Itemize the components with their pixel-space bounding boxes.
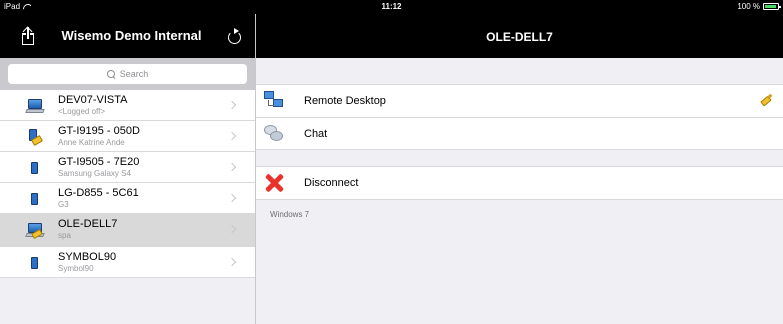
chat-label: Chat xyxy=(304,128,328,140)
close-icon xyxy=(264,173,284,193)
phone-plug-icon xyxy=(26,128,44,147)
search-icon xyxy=(106,69,116,79)
disconnect-label: Disconnect xyxy=(304,177,359,189)
status-bar: iPad 11:12 100 % xyxy=(0,0,783,14)
list-item-gt-i9195[interactable]: GT-I9195 - 050D Anne Katrine Ande xyxy=(0,121,255,152)
list-item-ole-dell7[interactable]: OLE-DELL7 spa xyxy=(0,214,255,247)
chat-icon xyxy=(264,124,284,144)
chevron-right-icon xyxy=(227,193,237,203)
remote-desktop-row[interactable]: Remote Desktop xyxy=(256,85,783,117)
os-label: Windows 7 xyxy=(270,210,310,219)
device-subtitle: <Logged off> xyxy=(58,107,106,116)
list-item-symbol90[interactable]: SYMBOL90 Symbol90 xyxy=(0,247,255,278)
remote-desktop-label: Remote Desktop xyxy=(304,95,386,107)
battery-icon xyxy=(763,3,781,10)
laptop-plug-icon xyxy=(25,221,45,240)
status-right: 100 % xyxy=(737,2,781,11)
list-item-lg-d855[interactable]: LG-D855 - 5C61 G3 xyxy=(0,183,255,214)
device-subtitle: spa xyxy=(58,231,71,240)
device-name: OLE-DELL7 xyxy=(58,218,118,230)
search-placeholder: Search xyxy=(119,69,149,79)
chevron-right-icon xyxy=(227,257,237,267)
remote-desktop-icon xyxy=(264,91,284,111)
phone-icon xyxy=(26,254,44,272)
disconnect-group: Disconnect xyxy=(256,166,783,200)
device-subtitle: Anne Katrine Ande xyxy=(58,138,125,147)
refresh-icon[interactable] xyxy=(228,28,242,44)
search-input[interactable]: Search xyxy=(8,64,247,84)
right-nav-bar: OLE-DELL7 xyxy=(256,14,783,58)
device-name: GT-I9505 - 7E20 xyxy=(58,156,140,168)
left-nav-title: Wisemo Demo Internal xyxy=(61,28,202,43)
laptop-icon xyxy=(25,97,45,115)
device-list: DEV07-VISTA <Logged off> GT-I9195 - 050D… xyxy=(0,90,255,324)
plug-icon xyxy=(759,93,773,108)
chevron-right-icon xyxy=(227,224,237,234)
chat-row[interactable]: Chat xyxy=(256,117,783,149)
disconnect-row[interactable]: Disconnect xyxy=(256,167,783,199)
device-subtitle: Symbol90 xyxy=(58,264,94,273)
chevron-right-icon xyxy=(227,100,237,110)
phone-icon xyxy=(26,190,44,208)
left-nav-bar: Wisemo Demo Internal xyxy=(0,14,255,58)
right-nav-title: OLE-DELL7 xyxy=(486,30,553,44)
action-group: Remote Desktop Chat xyxy=(256,84,783,150)
device-name: GT-I9195 - 050D xyxy=(58,125,140,137)
chevron-right-icon xyxy=(227,131,237,141)
chevron-right-icon xyxy=(227,162,237,172)
status-time: 11:12 xyxy=(381,2,402,11)
device-subtitle: G3 xyxy=(58,200,69,209)
list-item-dev07-vista[interactable]: DEV07-VISTA <Logged off> xyxy=(0,90,255,121)
device-name: DEV07-VISTA xyxy=(58,94,128,106)
battery-percent: 100 % xyxy=(737,2,760,11)
device-name: SYMBOL90 xyxy=(58,251,117,263)
device-name: LG-D855 - 5C61 xyxy=(58,187,139,199)
search-bar: Search xyxy=(0,58,255,90)
phone-icon xyxy=(26,159,44,177)
device-subtitle: Samsung Galaxy S4 xyxy=(58,169,131,178)
list-item-gt-i9505[interactable]: GT-I9505 - 7E20 Samsung Galaxy S4 xyxy=(0,152,255,183)
